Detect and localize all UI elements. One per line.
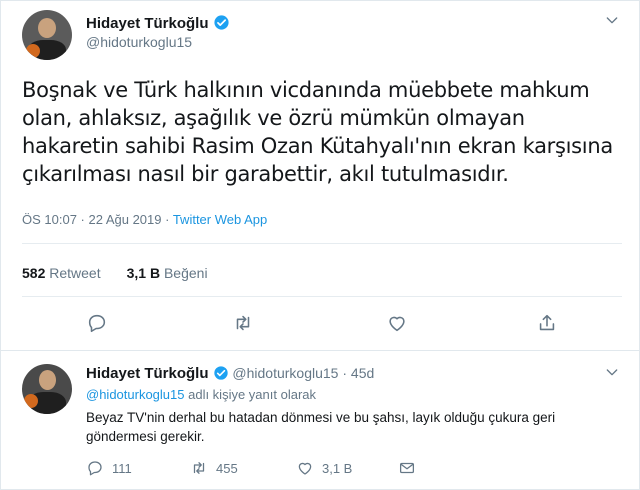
reply-header: Hidayet Türkoğlu @hidoturkoglu15 · 45d bbox=[86, 365, 374, 382]
timestamp[interactable]: ÖS 10:07 · 22 Ağu 2019 · bbox=[22, 212, 173, 227]
reply-context: @hidoturkoglu15 adlı kişiye yanıt olarak bbox=[86, 387, 316, 402]
heart-icon[interactable] bbox=[386, 312, 408, 334]
reply-count: 111 bbox=[112, 460, 132, 476]
chevron-down-icon[interactable] bbox=[604, 364, 620, 380]
verified-badge-icon bbox=[213, 366, 228, 380]
engagement-stats: 582 Retweet 3,1 B Beğeni bbox=[22, 265, 208, 281]
reply-icon[interactable] bbox=[86, 459, 104, 477]
mail-icon[interactable] bbox=[398, 459, 416, 477]
like-label: Beğeni bbox=[163, 265, 208, 281]
reply-icon[interactable] bbox=[86, 312, 108, 334]
author-handle[interactable]: @hidoturkoglu15 bbox=[86, 34, 192, 50]
tweet-meta: ÖS 10:07 · 22 Ağu 2019 · Twitter Web App bbox=[22, 212, 267, 227]
reply-text: Beyaz TV'nin derhal bu hatadan dönmesi v… bbox=[86, 410, 556, 444]
reply-author-name[interactable]: Hidayet Türkoğlu bbox=[86, 365, 209, 382]
share-icon[interactable] bbox=[536, 312, 558, 334]
like-count: 3,1 B bbox=[126, 265, 161, 281]
chevron-down-icon[interactable] bbox=[604, 12, 620, 28]
reply-mention-link[interactable]: @hidoturkoglu15 bbox=[86, 387, 184, 402]
tweet-actions bbox=[0, 312, 640, 340]
verified-badge-icon bbox=[213, 15, 229, 30]
tweet-source-link[interactable]: Twitter Web App bbox=[173, 212, 267, 227]
avatar[interactable] bbox=[22, 10, 72, 60]
retweet-count: 455 bbox=[216, 460, 238, 476]
reply-author-handle[interactable]: @hidoturkoglu15 bbox=[232, 365, 338, 381]
tweet-text: Boşnak ve Türk halkının vicdanında müebb… bbox=[22, 78, 613, 186]
retweet-icon[interactable] bbox=[190, 459, 208, 477]
divider bbox=[22, 296, 622, 297]
heart-icon[interactable] bbox=[296, 459, 314, 477]
like-action[interactable]: 3,1 B bbox=[296, 458, 352, 478]
retweet-label: Retweet bbox=[49, 265, 101, 281]
reply-to-label: adlı kişiye yanıt olarak bbox=[188, 387, 317, 402]
like-stat[interactable]: 3,1 B Beğeni bbox=[127, 265, 208, 281]
reply-actions: 111 455 3,1 B bbox=[0, 458, 640, 478]
section-divider bbox=[0, 350, 640, 351]
retweet-stat[interactable]: 582 Retweet bbox=[22, 265, 101, 281]
like-count: 3,1 B bbox=[322, 460, 353, 476]
divider bbox=[22, 243, 622, 244]
retweet-action[interactable]: 455 bbox=[190, 458, 238, 478]
reply-action[interactable]: 111 bbox=[86, 458, 132, 478]
author-name[interactable]: Hidayet Türkoğlu bbox=[86, 14, 230, 32]
main-tweet: Hidayet Türkoğlu @hidoturkoglu15 Boşnak … bbox=[0, 0, 640, 352]
avatar[interactable] bbox=[22, 364, 72, 414]
author-name-text[interactable]: Hidayet Türkoğlu bbox=[86, 15, 209, 32]
reply-age[interactable]: · 45d bbox=[342, 365, 374, 381]
retweet-count: 582 bbox=[22, 265, 46, 281]
mail-action[interactable] bbox=[398, 458, 416, 478]
retweet-icon[interactable] bbox=[232, 312, 254, 334]
